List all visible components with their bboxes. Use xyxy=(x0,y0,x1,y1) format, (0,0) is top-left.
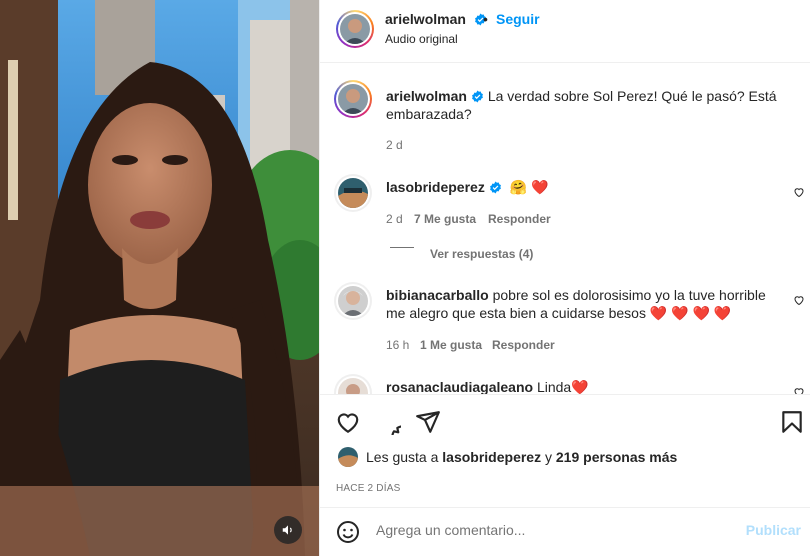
liker-avatar[interactable] xyxy=(338,447,358,467)
likes-joiner: y xyxy=(545,449,552,465)
video-player[interactable] xyxy=(0,0,319,556)
avatar-image xyxy=(338,84,368,114)
post-comment-button[interactable]: Publicar xyxy=(746,522,801,538)
emoji-icon[interactable] xyxy=(336,520,360,544)
author-username-text[interactable]: arielwolman xyxy=(385,11,466,27)
avatar-image xyxy=(338,378,368,394)
post-header: arielwolman • Seguir Audio original xyxy=(320,0,810,63)
avatar-image xyxy=(340,14,370,44)
likes-others-link[interactable]: 219 personas más xyxy=(556,449,677,465)
avatar-image xyxy=(338,286,368,316)
bookmark-icon[interactable] xyxy=(779,409,805,435)
comment-likes: 1 Me gusta xyxy=(420,338,482,352)
view-replies-button: Ver respuestas (4) xyxy=(430,247,533,261)
comment-likes-count[interactable]: 1 Me gusta xyxy=(420,338,482,352)
video-frame xyxy=(0,0,319,556)
caption-username[interactable]: arielwolman xyxy=(386,88,467,104)
audio-link[interactable]: Audio original xyxy=(385,32,458,46)
comment-username[interactable]: lasobrideperez xyxy=(386,179,485,195)
reply-button: Responder xyxy=(492,338,555,352)
comment-body: bibianacarballo pobre sol es dolorosisim… xyxy=(386,286,784,322)
comment-username[interactable]: rosanaclaudiagaleano xyxy=(386,379,533,394)
comment-text: 🤗 ❤️ xyxy=(509,179,549,195)
comment-avatar[interactable] xyxy=(334,174,372,212)
avatar-image xyxy=(338,178,368,208)
comment-avatar[interactable] xyxy=(334,374,372,394)
post-timestamp[interactable]: HACE 2 DÍAS xyxy=(336,483,400,494)
sound-toggle-button[interactable] xyxy=(274,516,302,544)
comment-like-heart-icon[interactable] xyxy=(793,386,805,394)
caption-avatar[interactable] xyxy=(334,80,372,118)
caption-age[interactable]: 2 d xyxy=(386,138,403,152)
post-sidebar: arielwolman • Seguir Audio original arie… xyxy=(319,0,810,556)
comment-body: rosanaclaudiagaleano Linda❤️ xyxy=(386,378,776,394)
comment-avatar[interactable] xyxy=(334,282,372,320)
author-username[interactable]: arielwolman xyxy=(385,11,487,27)
post-modal: arielwolman • Seguir Audio original arie… xyxy=(0,0,810,556)
separator-dot: • xyxy=(483,11,488,27)
reply-label[interactable]: Responder xyxy=(488,212,551,226)
author-avatar[interactable] xyxy=(336,10,374,48)
comment-username[interactable]: bibianacarballo xyxy=(386,287,489,303)
comment-body: lasobrideperez 🤗 ❤️ xyxy=(386,178,776,196)
comments-list[interactable]: arielwolman La verdad sobre Sol Perez! Q… xyxy=(320,64,810,394)
verified-badge-icon xyxy=(489,181,501,194)
reply-button: Responder xyxy=(488,212,551,226)
comment-age[interactable]: 2 d xyxy=(386,212,403,226)
comment-composer: Publicar xyxy=(320,507,810,556)
paper-plane-icon[interactable] xyxy=(415,409,441,435)
speaker-icon xyxy=(282,525,292,535)
reply-label[interactable]: Responder xyxy=(492,338,555,352)
comment-likes: 7 Me gusta xyxy=(414,212,476,226)
view-replies-label[interactable]: Ver respuestas (4) xyxy=(430,247,533,261)
comment-icon[interactable] xyxy=(375,409,401,435)
comment-text: Linda❤️ xyxy=(536,379,589,394)
replies-divider xyxy=(390,247,414,248)
heart-icon[interactable] xyxy=(335,409,361,435)
likes-user[interactable]: lasobrideperez xyxy=(442,449,541,465)
comment-input[interactable] xyxy=(376,522,746,538)
comment-like-heart-icon[interactable] xyxy=(793,186,805,198)
comment-like-heart-icon[interactable] xyxy=(793,294,805,306)
caption: arielwolman La verdad sobre Sol Perez! Q… xyxy=(386,87,786,123)
comment-likes-count[interactable]: 7 Me gusta xyxy=(414,212,476,226)
likes-prefix: Les gusta a xyxy=(366,449,439,465)
comment-age[interactable]: 16 h xyxy=(386,338,409,352)
verified-badge-icon xyxy=(472,90,483,103)
follow-button[interactable]: Seguir xyxy=(496,11,540,27)
likes-summary: Les gusta a lasobrideperez y 219 persona… xyxy=(338,447,677,467)
